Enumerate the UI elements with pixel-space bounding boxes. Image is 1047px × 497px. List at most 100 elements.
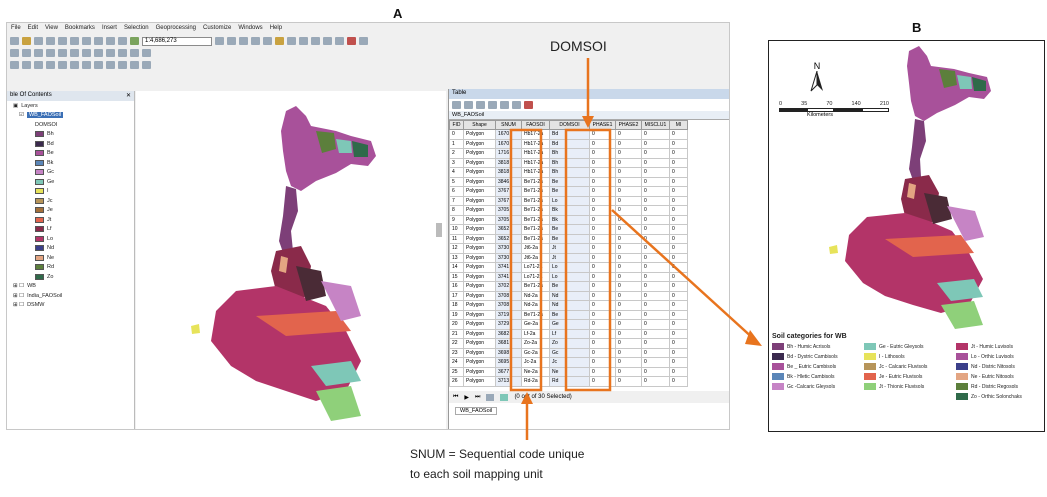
- delete-selected-icon[interactable]: [524, 101, 533, 109]
- table-cell[interactable]: Rd: [549, 376, 590, 387]
- table-cell[interactable]: 0: [641, 281, 670, 292]
- table-cell[interactable]: 0: [615, 338, 642, 349]
- table-cell[interactable]: 0: [589, 376, 616, 387]
- table-cell[interactable]: 0: [589, 186, 616, 197]
- table-cell[interactable]: 0: [615, 138, 642, 149]
- menu-item[interactable]: Selection: [124, 25, 149, 33]
- pan-icon[interactable]: [311, 37, 320, 45]
- table-cell[interactable]: 0: [589, 176, 616, 187]
- table-cell[interactable]: 0: [589, 214, 616, 225]
- table-cell[interactable]: 6: [449, 186, 464, 197]
- table-cell[interactable]: 0: [669, 157, 688, 168]
- table-cell[interactable]: 0: [589, 233, 616, 244]
- table-cell[interactable]: 0: [589, 252, 616, 263]
- table-row[interactable]: 8 Polygon 3705 Be71-2a Bk 0 0 0 0: [449, 205, 688, 216]
- undo-icon[interactable]: [106, 37, 115, 45]
- table-cell[interactable]: Be71-2a: [521, 224, 550, 235]
- table-cell[interactable]: Be71-2a: [521, 195, 550, 206]
- fixed-zoom-in-icon[interactable]: [70, 61, 79, 69]
- toc-class-row[interactable]: Lf: [7, 225, 134, 235]
- table-cell[interactable]: Lo71-2a: [521, 262, 550, 273]
- table-cell[interactable]: 0: [589, 271, 616, 282]
- table-cell[interactable]: 0: [589, 195, 616, 206]
- table-cell[interactable]: 4: [449, 167, 464, 178]
- table-cell[interactable]: Be71-2a: [521, 186, 550, 197]
- table-cell[interactable]: 0: [641, 129, 670, 140]
- table-cell[interactable]: 0: [615, 328, 642, 339]
- table-cell[interactable]: 0: [615, 186, 642, 197]
- table-cell[interactable]: 0: [615, 271, 642, 282]
- column-header[interactable]: PHASE2: [615, 120, 642, 130]
- table-cell[interactable]: Be: [549, 233, 590, 244]
- table-cell[interactable]: 0: [641, 252, 670, 263]
- toc-class-row[interactable]: Je: [7, 206, 134, 216]
- table-cell[interactable]: 3705: [495, 214, 522, 225]
- table-cell[interactable]: Bh: [549, 148, 590, 159]
- table-row[interactable]: 18 Polygon 3708 Nd-2a Nd 0 0 0 0: [449, 300, 688, 311]
- save-icon[interactable]: [34, 37, 43, 45]
- split-icon[interactable]: [106, 49, 115, 57]
- identify-icon[interactable]: [335, 37, 344, 45]
- table-cell[interactable]: 0: [669, 328, 688, 339]
- print-icon[interactable]: [46, 37, 55, 45]
- table-cell[interactable]: 0: [641, 186, 670, 197]
- menu-item[interactable]: File: [11, 25, 21, 33]
- column-header[interactable]: Shape: [463, 120, 496, 130]
- editor-icon[interactable]: [215, 37, 224, 45]
- table-cell[interactable]: 0: [669, 309, 688, 320]
- table-row[interactable]: 25 Polygon 3677 Ne-2a Ne 0 0 0 0: [449, 366, 688, 377]
- table-cell[interactable]: 0: [669, 376, 688, 387]
- table-row[interactable]: 17 Polygon 3708 Nd-2a Nd 0 0 0 0: [449, 290, 688, 301]
- table-cell[interactable]: 10: [449, 224, 464, 235]
- table-cell[interactable]: 3677: [495, 366, 522, 377]
- table-cell[interactable]: Polygon: [463, 357, 496, 368]
- table-row[interactable]: 3 Polygon 3818 Hb17-2a Bh 0 0 0 0: [449, 157, 688, 168]
- arc-icon[interactable]: [58, 49, 67, 57]
- table-cell[interactable]: 0: [641, 157, 670, 168]
- table-cell[interactable]: Ge: [549, 319, 590, 330]
- table-cell[interactable]: 0: [641, 300, 670, 311]
- table-cell[interactable]: Rd-2a: [521, 376, 550, 387]
- redo-icon[interactable]: [118, 37, 127, 45]
- table-cell[interactable]: 3708: [495, 300, 522, 311]
- fixed-zoom-out-icon[interactable]: [82, 61, 91, 69]
- table-cell[interactable]: 0: [449, 129, 464, 140]
- table-cell[interactable]: 0: [669, 366, 688, 377]
- toc-layer-name[interactable]: India_FAOSoil: [27, 293, 62, 299]
- table-cell[interactable]: 0: [641, 214, 670, 225]
- draw-icon[interactable]: [118, 61, 127, 69]
- toc-class-row[interactable]: Bd: [7, 139, 134, 149]
- table-cell[interactable]: 0: [615, 262, 642, 273]
- table-cell[interactable]: Nd: [549, 300, 590, 311]
- toc-class-row[interactable]: Jt: [7, 215, 134, 225]
- table-row[interactable]: 12 Polygon 3730 Jt6-2a Jt 0 0 0 0: [449, 243, 688, 254]
- editor-menu-icon[interactable]: [10, 49, 19, 57]
- table-row[interactable]: 15 Polygon 3741 Lo71-2a Lo 0 0 0 0: [449, 271, 688, 282]
- table-cell[interactable]: Polygon: [463, 281, 496, 292]
- expand-checkbox-icon[interactable]: ⊞ ☐: [13, 293, 24, 299]
- straight-segment-icon[interactable]: [46, 49, 55, 57]
- column-header[interactable]: MISCLU1: [641, 120, 670, 130]
- toc-class-row[interactable]: Ne: [7, 253, 134, 263]
- related-tables-icon[interactable]: [464, 101, 473, 109]
- table-cell[interactable]: 0: [615, 376, 642, 387]
- cut-icon[interactable]: [58, 37, 67, 45]
- table-row[interactable]: 9 Polygon 3705 Be71-2a Bk 0 0 0 0: [449, 214, 688, 225]
- font-color-icon[interactable]: [142, 61, 151, 69]
- table-cell[interactable]: 3682: [495, 328, 522, 339]
- toc-class-row[interactable]: Ge: [7, 177, 134, 187]
- toc-layer-row[interactable]: ☑ WB_FAOSoil: [7, 111, 134, 121]
- toc-layers-row[interactable]: ▣ Layers: [7, 101, 134, 111]
- table-cell[interactable]: 23: [449, 347, 464, 358]
- table-cell[interactable]: 0: [669, 176, 688, 187]
- table-cell[interactable]: 0: [669, 214, 688, 225]
- table-cell[interactable]: Polygon: [463, 300, 496, 311]
- layout-pan-icon[interactable]: [34, 61, 43, 69]
- table-cell[interactable]: Be71-2a: [521, 233, 550, 244]
- table-cell[interactable]: Gc-2a: [521, 347, 550, 358]
- table-cell[interactable]: Bk: [549, 205, 590, 216]
- table-row[interactable]: 11 Polygon 3652 Be71-2a Be 0 0 0 0: [449, 233, 688, 244]
- table-cell[interactable]: Jt6-2a: [521, 252, 550, 263]
- add-data-icon[interactable]: [130, 37, 139, 45]
- table-cell[interactable]: 19: [449, 309, 464, 320]
